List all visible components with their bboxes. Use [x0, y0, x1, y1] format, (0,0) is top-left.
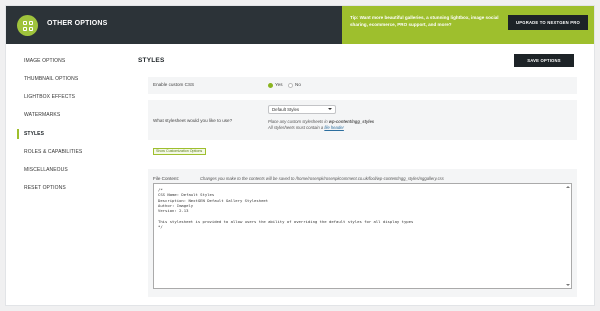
nextgen-logo-icon — [17, 15, 38, 36]
stylesheet-select[interactable]: Default Styles — [268, 105, 336, 114]
enable-css-row: Enable custom CSS Yes No — [148, 77, 577, 94]
main-content: STYLES SAVE OPTIONS Enable custom CSS Ye… — [138, 44, 586, 305]
sidebar-item-lightbox-effects[interactable]: LIGHTBOX EFFECTS — [6, 90, 124, 104]
show-customization-options-link[interactable]: Show Customization Options — [153, 148, 206, 155]
file-content-row: File Content: Changes you make to the co… — [148, 169, 577, 297]
enable-css-yes-label: Yes — [275, 82, 283, 87]
settings-panel: OTHER OPTIONS Tip: Want more beautiful g… — [5, 5, 595, 306]
stylesheet-label: What stylesheet would you like to use? — [153, 118, 233, 123]
stylesheet-row: What stylesheet would you like to use? D… — [148, 100, 577, 140]
section-title: STYLES — [138, 57, 165, 64]
stylesheet-hint-location: Place any custom stylesheets in wp-conte… — [268, 119, 375, 124]
file-content-note: Changes you make to the contents will be… — [200, 176, 444, 181]
upgrade-promo-banner: Tip: Want more beautiful galleries, a st… — [342, 6, 594, 44]
scroll-up-icon[interactable] — [566, 186, 570, 188]
promo-text: Tip: Want more beautiful galleries, a st… — [350, 15, 499, 27]
stylesheet-hint-header: All stylesheets must contain a file head… — [268, 125, 344, 130]
sidebar-item-watermarks[interactable]: WATERMARKS — [6, 108, 124, 122]
enable-css-yes-radio[interactable] — [268, 83, 273, 88]
scroll-down-icon[interactable] — [566, 284, 570, 286]
chevron-down-icon — [328, 108, 332, 110]
sidebar-item-thumbnail-options[interactable]: THUMBNAIL OPTIONS — [6, 72, 124, 86]
upgrade-button[interactable]: UPGRADE TO NEXTGEN PRO — [508, 15, 588, 30]
file-header-link[interactable]: file header — [324, 125, 344, 130]
sidebar-item-styles[interactable]: STYLES — [6, 127, 124, 141]
code-line: */ — [158, 224, 163, 230]
sidebar-nav: IMAGE OPTIONS THUMBNAIL OPTIONS LIGHTBOX… — [6, 44, 124, 305]
file-content-label: File Content: — [153, 176, 180, 181]
sidebar-item-image-options[interactable]: IMAGE OPTIONS — [6, 54, 124, 68]
stylesheet-select-value: Default Styles — [272, 107, 300, 112]
sidebar-item-reset-options[interactable]: RESET OPTIONS — [6, 181, 124, 195]
enable-css-label: Enable custom CSS — [153, 82, 195, 87]
sidebar-item-miscellaneous[interactable]: MISCELLANEOUS — [6, 163, 124, 177]
enable-css-no-radio[interactable] — [288, 83, 293, 88]
app-header: OTHER OPTIONS Tip: Want more beautiful g… — [6, 6, 594, 44]
page-title: OTHER OPTIONS — [47, 20, 108, 27]
css-file-editor[interactable]: /* CSS Name: Default Styles Description:… — [153, 183, 572, 289]
save-options-button[interactable]: SAVE OPTIONS — [514, 54, 574, 67]
enable-css-no-label: No — [295, 82, 301, 87]
sidebar-item-roles-capabilities[interactable]: ROLES & CAPABILITIES — [6, 145, 124, 159]
